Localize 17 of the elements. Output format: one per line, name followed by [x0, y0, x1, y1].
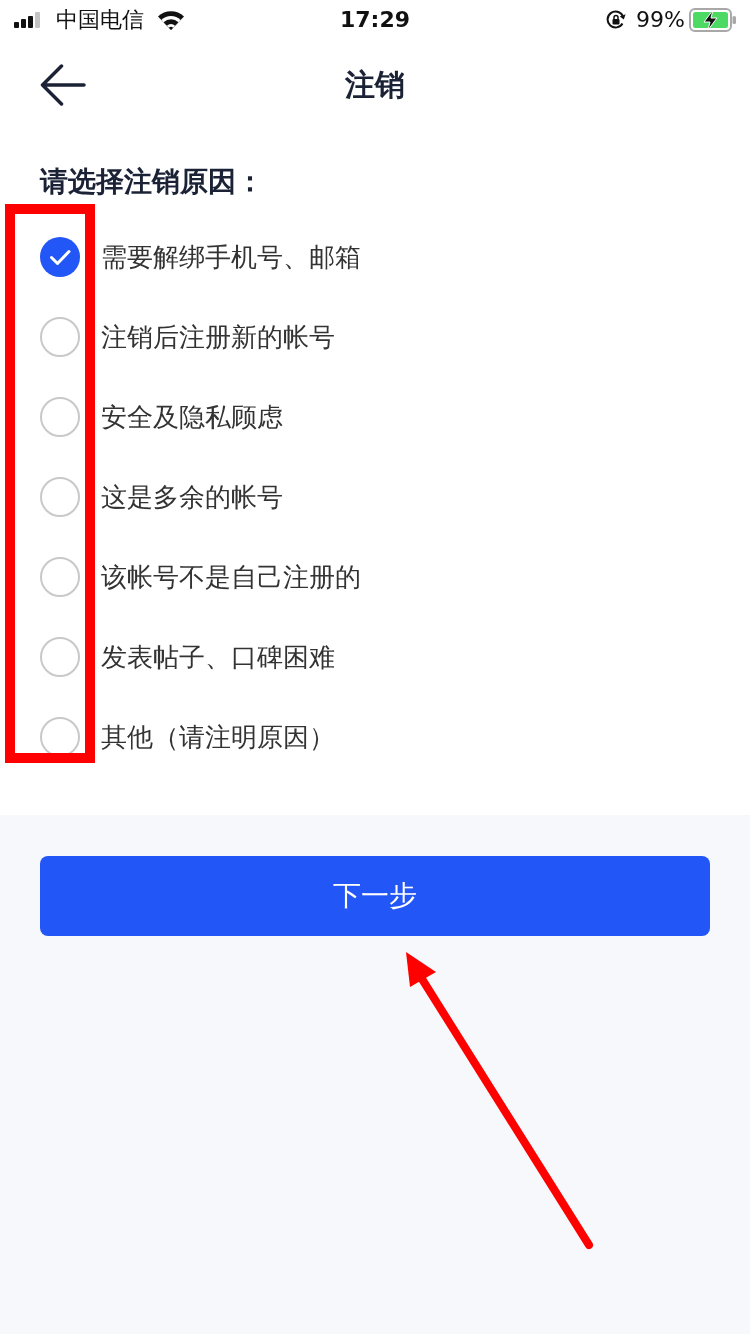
battery-percent: 99%: [636, 7, 685, 33]
back-arrow-icon: [40, 64, 86, 106]
signal-icon: [14, 12, 41, 28]
page-title: 注销: [345, 66, 405, 104]
reason-option[interactable]: 注销后注册新的帐号: [40, 317, 335, 357]
reason-option[interactable]: 其他（请注明原因）: [40, 717, 335, 757]
reason-option[interactable]: 需要解绑手机号、邮箱: [40, 237, 361, 277]
status-time: 17:29: [340, 7, 410, 33]
reason-option[interactable]: 该帐号不是自己注册的: [40, 557, 361, 597]
carrier-name: 中国电信: [56, 7, 144, 33]
wifi-icon: [158, 10, 184, 30]
next-button[interactable]: 下一步: [40, 856, 710, 936]
reason-option[interactable]: 这是多余的帐号: [40, 477, 283, 517]
reason-option[interactable]: 安全及隐私顾虑: [40, 397, 283, 437]
section-heading: 请选择注销原因：: [40, 164, 265, 200]
back-button[interactable]: [40, 64, 86, 106]
reason-option[interactable]: 发表帖子、口碑困难: [40, 637, 335, 677]
